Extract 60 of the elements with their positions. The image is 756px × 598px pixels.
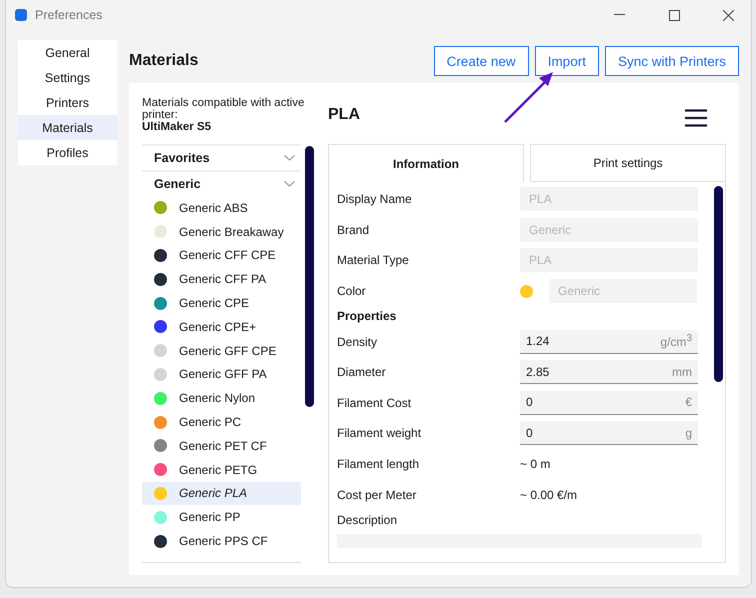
field-label: Filament weight <box>337 426 422 440</box>
page-button[interactable]: Sync with Printers <box>604 46 739 76</box>
field-label: Filament Cost <box>337 396 412 410</box>
field-label: Display Name <box>337 192 413 206</box>
material-item[interactable]: Generic PLA <box>142 482 301 506</box>
material-item[interactable]: Generic ABS <box>142 196 301 220</box>
page-button[interactable]: Import <box>534 46 599 76</box>
material-item[interactable]: Generic PC <box>142 410 301 434</box>
material-item[interactable]: Generic GFF CPE <box>142 338 301 363</box>
material-item[interactable]: Generic CFF PA <box>142 267 301 292</box>
chevron-icon <box>284 181 295 187</box>
readonly-field: Generic <box>520 218 698 242</box>
sidebar-item[interactable]: Profiles <box>18 140 117 165</box>
chevron-icon <box>284 155 295 161</box>
tab[interactable]: Information <box>328 144 524 182</box>
material-item[interactable]: Generic CPE <box>142 291 301 315</box>
printer-name: UltiMaker S5 <box>142 121 212 133</box>
page-button[interactable]: Create new <box>434 46 529 76</box>
sidebar-item[interactable]: Settings <box>18 65 117 90</box>
sidebar-item[interactable]: Printers <box>18 90 117 115</box>
field-label: Description <box>337 512 398 527</box>
section-heading: Properties <box>337 309 398 324</box>
material-item[interactable]: Generic PPS CF <box>142 529 301 553</box>
app-icon <box>15 9 27 21</box>
material-item[interactable]: Generic GFF PA <box>142 362 301 386</box>
tab[interactable]: Print settings <box>530 144 726 182</box>
input-field[interactable]: 0 g <box>520 421 698 446</box>
scrollbar[interactable] <box>305 146 314 407</box>
menu-icon[interactable] <box>685 109 707 127</box>
field-value: ~ 0 m <box>520 457 550 472</box>
window-title: Preferences <box>35 8 104 22</box>
material-item[interactable]: Generic PETG <box>142 458 301 482</box>
scrollbar[interactable] <box>714 186 723 382</box>
category-header[interactable]: Generic <box>142 170 301 196</box>
field-label: Diameter <box>337 365 387 380</box>
sidebar-item[interactable]: Materials <box>18 115 117 140</box>
field-value: ~ 0.00 €/m <box>520 488 578 502</box>
material-item[interactable]: Generic PET CF <box>142 434 301 458</box>
sidebar-item[interactable]: General <box>18 40 117 65</box>
material-item[interactable]: Generic Breakaway <box>142 220 301 244</box>
input-field[interactable]: 2.85 mm <box>520 360 698 384</box>
field-label: Color <box>337 284 367 298</box>
category-header[interactable]: Favorites <box>142 144 301 170</box>
compatibility-label: Materials compatible with active printer: <box>142 97 306 121</box>
material-item[interactable]: Generic CFF CPE <box>142 244 301 268</box>
material-item[interactable]: Generic PP <box>142 505 301 530</box>
field-label: Cost per Meter <box>337 488 418 502</box>
material-title: PLA <box>328 106 360 124</box>
readonly-field: PLA <box>520 248 698 272</box>
material-item[interactable]: Generic Nylon <box>142 386 301 410</box>
readonly-field: PLA <box>520 187 698 212</box>
field-label: Brand <box>337 222 370 237</box>
input-field[interactable]: 0 € <box>520 390 698 415</box>
readonly-field: Generic <box>549 279 697 304</box>
page-title: Materials <box>129 52 200 70</box>
field-label: Density <box>337 334 378 349</box>
material-item[interactable]: Generic CPE+ <box>142 314 301 339</box>
field-label: Material Type <box>337 253 410 268</box>
field-label: Filament length <box>337 457 420 472</box>
input-field[interactable]: 1.24 g/cm$^{3}$ <box>520 330 698 354</box>
